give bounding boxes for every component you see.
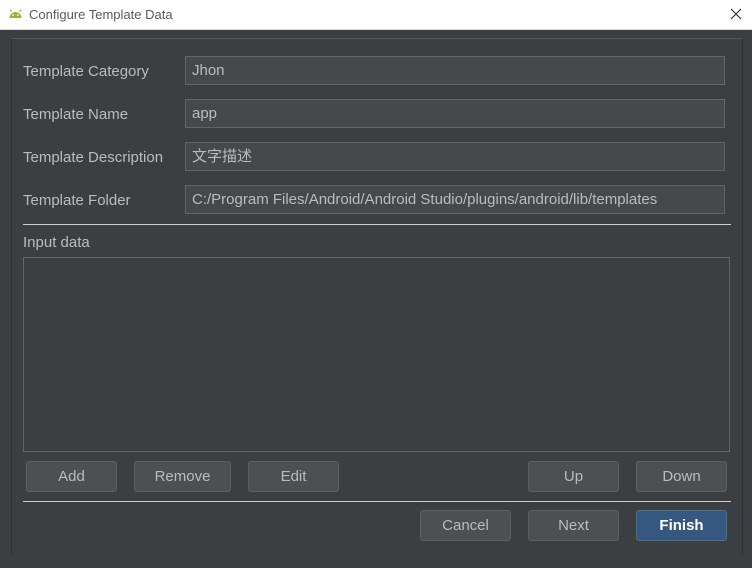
template-category-label: Template Category [23,63,149,80]
template-description-label: Template Description [23,149,164,166]
add-button[interactable]: Add [26,461,117,492]
close-icon[interactable] [728,6,744,22]
finish-button[interactable]: Finish [636,510,727,541]
remove-button[interactable]: Remove [134,461,231,492]
title-bar: Configure Template Data [0,0,752,30]
template-category-input[interactable]: Jhon [185,56,725,85]
cancel-button[interactable]: Cancel [420,510,511,541]
next-button[interactable]: Next [528,510,619,541]
configure-template-dialog: Configure Template Data Template Categor… [0,0,752,568]
template-name-label: Template Name [23,106,129,123]
template-name-input[interactable]: app [185,99,725,128]
edit-button[interactable]: Edit [248,461,339,492]
dialog-content: Template Category Jhon Template Name app… [11,38,743,557]
separator-top [23,224,731,225]
input-data-table[interactable] [23,257,730,452]
bottom-strip [0,556,752,568]
android-icon [9,9,22,18]
window-title: Configure Template Data [29,7,173,22]
template-folder-input[interactable]: C:/Program Files/Android/Android Studio/… [185,185,725,214]
separator-bottom [23,501,731,502]
input-data-label: Input data [23,234,90,251]
template-folder-label: Template Folder [23,192,131,209]
up-button[interactable]: Up [528,461,619,492]
template-description-input[interactable]: 文字描述 [185,142,725,171]
down-button[interactable]: Down [636,461,727,492]
